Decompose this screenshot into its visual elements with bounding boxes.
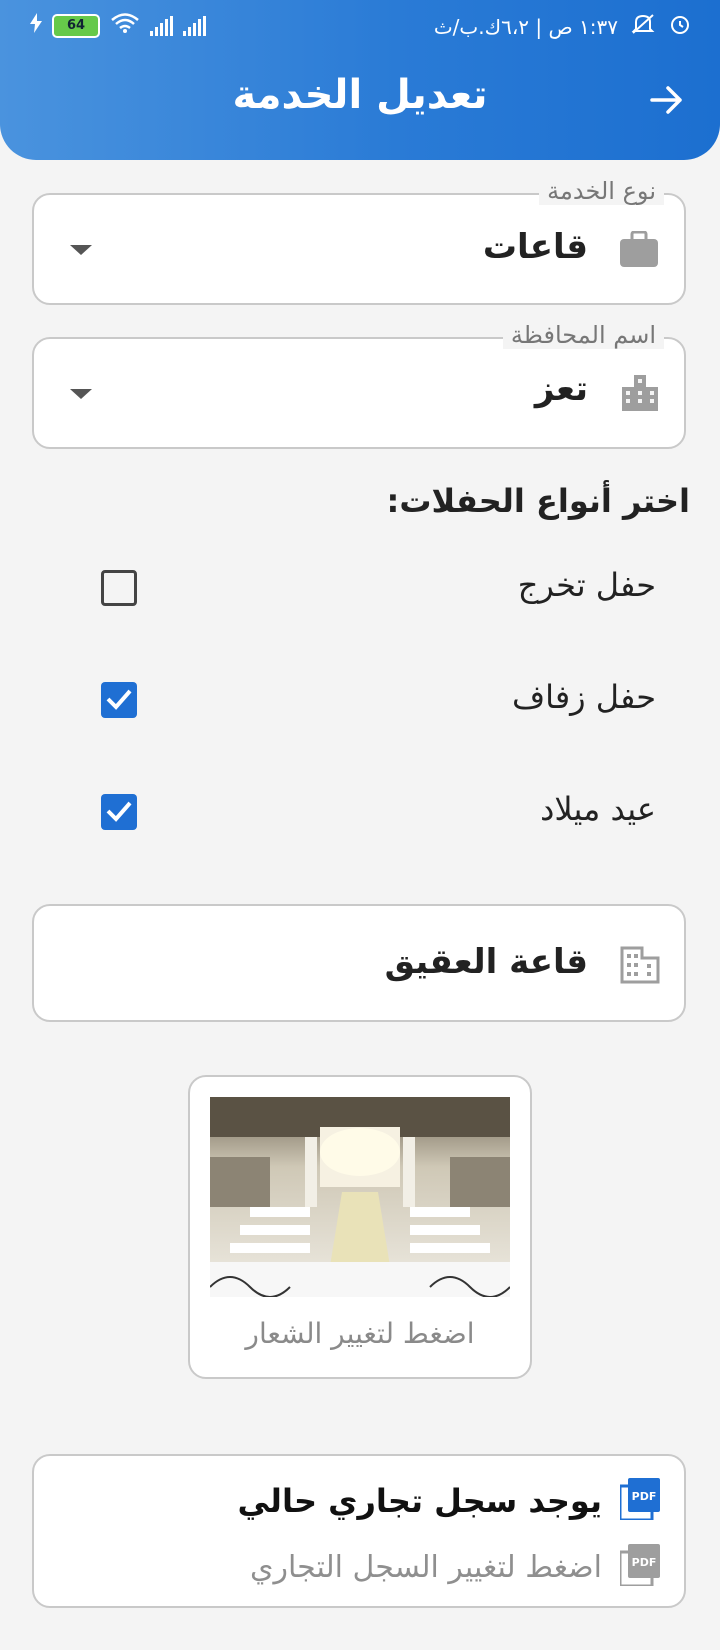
status-time: ١:٣٧ ص | ٦،٢ك.ب/ث [433, 14, 618, 39]
status-left: 64 [30, 12, 206, 39]
event-option-graduation[interactable]: حفل تخرج [0, 560, 720, 620]
logo-picker[interactable]: اضغط لتغيير الشعار [188, 1075, 532, 1379]
checkbox-checked[interactable] [101, 794, 137, 830]
event-option-wedding[interactable]: حفل زفاف [0, 672, 720, 732]
building-icon [620, 946, 660, 988]
charging-icon [30, 13, 42, 38]
battery-icon: 64 [52, 13, 100, 38]
city-icon [620, 373, 660, 417]
register-status-row: PDF يوجد سجل تجاري حالي [238, 1478, 660, 1524]
pdf-icon: PDF [618, 1478, 660, 1524]
event-option-label: حفل زفاف [511, 678, 656, 716]
hall-logo-image [210, 1097, 510, 1297]
chevron-down-icon [70, 245, 92, 255]
commercial-register-card[interactable]: PDF يوجد سجل تجاري حالي PDF اضغط لتغيير … [32, 1454, 686, 1608]
chevron-down-icon [70, 389, 92, 399]
governorate-dropdown[interactable]: اسم المحافظة تعز [32, 321, 686, 449]
service-type-value: قاعات [482, 227, 588, 267]
status-bar: ١:٣٧ ص | ٦،٢ك.ب/ث 64 [0, 0, 720, 52]
change-register-text: اضغط لتغيير السجل التجاري [249, 1549, 602, 1585]
status-right: ١:٣٧ ص | ٦،٢ك.ب/ث [434, 12, 692, 41]
service-type-legend: نوع الخدمة [539, 177, 664, 205]
register-status-text: يوجد سجل تجاري حالي [237, 1482, 602, 1520]
svg-text:PDF: PDF [632, 1490, 657, 1503]
wifi-icon [110, 12, 140, 39]
event-option-birthday[interactable]: عيد ميلاد [0, 784, 720, 844]
signal-icon [150, 15, 173, 36]
alarm-icon [668, 12, 692, 41]
hall-name-input[interactable]: قاعة العقيق [32, 904, 686, 1022]
app-header: ١:٣٧ ص | ٦،٢ك.ب/ث 64 تعديل الخدمة [0, 0, 720, 160]
event-option-label: حفل تخرج [517, 566, 656, 604]
event-types-label: اختر أنواع الحفلات: [386, 482, 690, 520]
pdf-icon: PDF [618, 1544, 660, 1590]
svg-text:PDF: PDF [632, 1556, 657, 1569]
service-type-dropdown[interactable]: نوع الخدمة قاعات [32, 177, 686, 305]
checkbox-unchecked[interactable] [101, 570, 137, 606]
briefcase-icon [618, 230, 660, 273]
checkbox-checked[interactable] [101, 682, 137, 718]
hall-name-value: قاعة العقيق [384, 942, 588, 982]
change-register-row[interactable]: PDF اضغط لتغيير السجل التجاري [250, 1544, 660, 1590]
page-title: تعديل الخدمة [232, 72, 488, 118]
signal-icon-2 [183, 15, 206, 36]
mute-icon [630, 13, 656, 40]
governorate-value: تعز [534, 369, 588, 409]
governorate-legend: اسم المحافظة [502, 321, 664, 349]
change-logo-caption: اضغط لتغيير الشعار [245, 1317, 475, 1350]
event-option-label: عيد ميلاد [540, 790, 656, 828]
